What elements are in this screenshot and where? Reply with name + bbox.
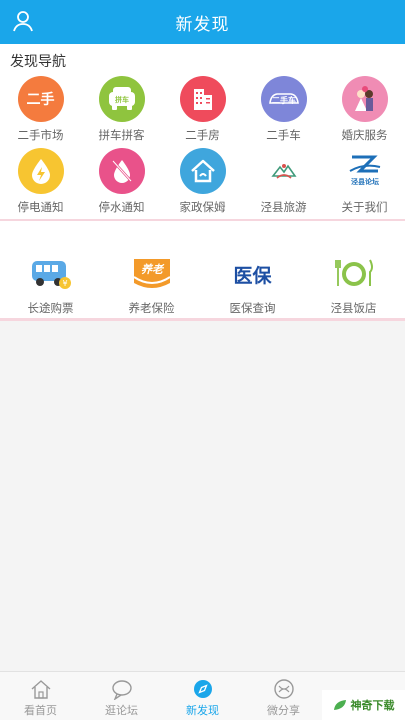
bus-ticket-icon: ¥ bbox=[29, 254, 73, 294]
second-hand-car-icon: 二手车 bbox=[260, 76, 307, 122]
nav-row: 停电通知 停水通知 家政保姆 泾县旅游 泾县论坛 关于我们 bbox=[0, 148, 405, 220]
app-root: 新发现 发现导航 二手 二手市场 拼车 拼车拼客 二手房 二手车 二手车 婚庆服… bbox=[0, 0, 405, 720]
top-bar: 新发现 bbox=[0, 0, 405, 44]
share-icon bbox=[273, 679, 294, 699]
service-item-restaurant[interactable]: 泾县饭店 bbox=[313, 254, 394, 334]
nav-item-second-hand-house[interactable]: 二手房 bbox=[162, 76, 243, 148]
tab-discover[interactable]: 新发现 bbox=[162, 672, 243, 720]
service-item-medical-insurance[interactable]: 医保 医保查询 bbox=[212, 254, 293, 334]
nav-item-second-hand-market[interactable]: 二手 二手市场 bbox=[0, 76, 81, 148]
carpool-icon: 拼车 bbox=[98, 76, 145, 122]
nav-item-label: 拼车拼客 bbox=[98, 128, 145, 142]
nav-item-tourism[interactable]: 泾县旅游 bbox=[243, 148, 324, 220]
service-item-label: 医保查询 bbox=[229, 301, 276, 315]
icon-glyph: 医保 bbox=[233, 264, 272, 287]
discover-icon bbox=[193, 680, 212, 698]
tab-forum[interactable]: 逛论坛 bbox=[81, 672, 162, 720]
nav-item-label: 婚庆服务 bbox=[341, 128, 388, 142]
services-section: ¥ 长途购票 养老 养老保险 医保 医保查询 泾县饭店 bbox=[0, 221, 405, 318]
icon-glyph: 泾县论坛 bbox=[351, 177, 379, 186]
icon-glyph: 二手车 bbox=[272, 95, 296, 105]
nav-item-label: 二手市场 bbox=[17, 128, 64, 142]
pension-insurance-icon: 养老 bbox=[130, 254, 174, 294]
tourism-icon bbox=[260, 148, 307, 194]
service-item-label: 长途购票 bbox=[27, 301, 74, 315]
second-hand-house-icon bbox=[179, 76, 226, 122]
nav-item-label: 泾县旅游 bbox=[260, 200, 307, 214]
service-item-bus-ticket[interactable]: ¥ 长途购票 bbox=[10, 254, 91, 334]
nav-item-label: 停水通知 bbox=[98, 200, 145, 214]
page-title: 新发现 bbox=[175, 14, 230, 35]
tab-home[interactable]: 看首页 bbox=[0, 672, 81, 720]
home-icon bbox=[31, 680, 50, 699]
section-title: 发现导航 bbox=[10, 54, 66, 70]
icon-glyph: 拼车 bbox=[115, 95, 129, 104]
nav-item-label: 停电通知 bbox=[17, 200, 64, 214]
power-outage-icon bbox=[17, 148, 64, 194]
nav-item-label: 家政保姆 bbox=[179, 200, 226, 214]
tab-share[interactable]: 微分享 bbox=[243, 672, 324, 720]
tab-label: 看首页 bbox=[24, 704, 57, 717]
nav-item-carpool[interactable]: 拼车 拼车拼客 bbox=[81, 76, 162, 148]
nav-item-water-outage[interactable]: 停水通知 bbox=[81, 148, 162, 220]
svg-text:¥: ¥ bbox=[62, 279, 67, 288]
restaurant-icon bbox=[332, 254, 376, 294]
housekeeping-icon bbox=[179, 148, 226, 194]
service-item-pension-insurance[interactable]: 养老 养老保险 bbox=[111, 254, 192, 334]
nav-item-about-us[interactable]: 泾县论坛 关于我们 bbox=[324, 148, 405, 220]
tab-label: 逛论坛 bbox=[105, 704, 138, 717]
discover-nav-section: 发现导航 二手 二手市场 拼车 拼车拼客 二手房 二手车 二手车 婚庆服务 停电… bbox=[0, 44, 405, 220]
service-item-label: 养老保险 bbox=[128, 301, 175, 315]
about-us-icon: 泾县论坛 bbox=[341, 148, 388, 194]
nav-item-label: 二手房 bbox=[185, 128, 220, 142]
water-outage-icon bbox=[98, 148, 145, 194]
user-profile-icon[interactable] bbox=[11, 9, 35, 33]
nav-item-wedding-service[interactable]: 婚庆服务 bbox=[324, 76, 405, 148]
icon-glyph: 养老 bbox=[141, 263, 165, 276]
medical-insurance-icon: 医保 bbox=[231, 254, 275, 294]
icon-glyph: 二手 bbox=[26, 92, 55, 108]
nav-item-label: 二手车 bbox=[266, 128, 301, 142]
watermark: 神奇下载 bbox=[322, 690, 405, 720]
nav-item-power-outage[interactable]: 停电通知 bbox=[0, 148, 81, 220]
nav-row: 二手 二手市场 拼车 拼车拼客 二手房 二手车 二手车 婚庆服务 bbox=[0, 76, 405, 148]
wedding-service-icon bbox=[341, 76, 388, 122]
nav-item-second-hand-car[interactable]: 二手车 二手车 bbox=[243, 76, 324, 148]
service-item-label: 泾县饭店 bbox=[330, 301, 377, 315]
second-hand-market-icon: 二手 bbox=[17, 76, 64, 122]
watermark-text: 神奇下载 bbox=[350, 699, 395, 712]
nav-item-housekeeping[interactable]: 家政保姆 bbox=[162, 148, 243, 220]
leaf-icon bbox=[333, 700, 346, 710]
section-divider bbox=[0, 318, 405, 321]
nav-item-label: 关于我们 bbox=[341, 200, 388, 214]
tab-label: 微分享 bbox=[267, 704, 300, 717]
forum-icon bbox=[111, 680, 132, 700]
tab-label: 新发现 bbox=[186, 704, 219, 717]
